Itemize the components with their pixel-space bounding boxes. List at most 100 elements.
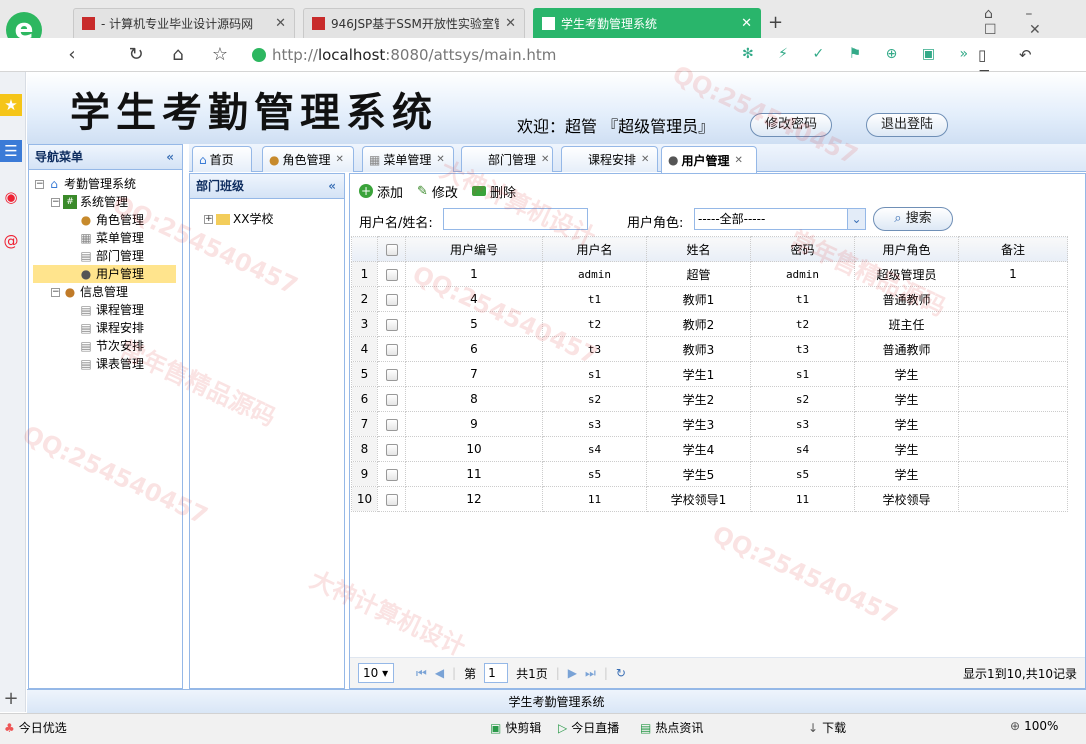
collapse-toggle-icon[interactable]: −: [51, 287, 60, 297]
row-checkbox[interactable]: [377, 436, 406, 462]
col-header-username[interactable]: 用户名: [542, 236, 647, 262]
col-header-role[interactable]: 用户角色: [854, 236, 959, 262]
home-icon[interactable]: ⌂: [166, 44, 190, 66]
delete-button[interactable]: 删除: [471, 182, 516, 201]
sidebar-item-menu[interactable]: ▦ 菜单管理: [79, 229, 144, 247]
sidebar-item-course[interactable]: ▤ 课程管理: [79, 301, 144, 319]
collapse-toggle-icon[interactable]: −: [51, 197, 60, 207]
cell-id: 11: [405, 461, 543, 487]
table-row[interactable]: 6 8 s2 学生2 s2 学生: [351, 386, 1068, 412]
back-icon[interactable]: ‹: [60, 44, 84, 66]
close-icon[interactable]: ✕: [275, 16, 286, 31]
col-header-id[interactable]: 用户编号: [405, 236, 543, 262]
row-checkbox[interactable]: [377, 311, 406, 337]
weibo-icon[interactable]: ◉: [0, 186, 22, 208]
row-checkbox[interactable]: [377, 361, 406, 387]
close-icon[interactable]: ✕: [541, 154, 549, 165]
table-row[interactable]: 2 4 t1 教师1 t1 普通教师: [351, 286, 1068, 312]
status-item-news[interactable]: ▤ 热点资讯: [640, 719, 703, 736]
first-page-icon[interactable]: ⏮: [416, 666, 427, 681]
tab-role[interactable]: ● 角色管理 ✕: [262, 146, 354, 172]
window-controls[interactable]: ⌂ – ☐ ✕: [984, 6, 1086, 38]
extension-icons[interactable]: ✻ ⚡ ✓ ⚑ ⊕ ▣ »: [742, 46, 978, 62]
table-row[interactable]: 7 9 s3 学生3 s3 学生: [351, 411, 1068, 437]
browser-tab-1[interactable]: - 计算机专业毕业设计源码网 ✕: [73, 8, 295, 38]
last-page-icon[interactable]: ⏭: [585, 666, 596, 681]
row-checkbox[interactable]: [377, 486, 406, 512]
user-icon: ●: [269, 152, 280, 167]
row-checkbox[interactable]: [377, 461, 406, 487]
cell-note: 1: [958, 261, 1068, 287]
search-button[interactable]: ⌕ 搜索: [873, 207, 953, 231]
tab-schedule[interactable]: 课程安排 ✕: [561, 146, 658, 172]
table-row[interactable]: 5 7 s1 学生1 s1 学生: [351, 361, 1068, 387]
tree-root[interactable]: − ⌂ 考勤管理系统: [35, 175, 136, 193]
change-password-button[interactable]: 修改密码: [750, 113, 832, 137]
new-tab-button[interactable]: +: [768, 12, 783, 33]
page-number-input[interactable]: 1: [484, 663, 509, 683]
row-checkbox[interactable]: [377, 336, 406, 362]
close-icon[interactable]: ✕: [505, 16, 516, 31]
col-header-password[interactable]: 密码: [750, 236, 855, 262]
url-field[interactable]: http://localhost:8080/attsys/main.htm: [272, 44, 742, 66]
expand-toggle-icon[interactable]: +: [204, 214, 213, 224]
dept-tree-root[interactable]: + XX学校: [204, 210, 273, 228]
tree-group-info[interactable]: − ● 信息管理: [51, 283, 128, 301]
col-header-name[interactable]: 姓名: [646, 236, 751, 262]
page-size-select[interactable]: 10 ▾: [358, 663, 394, 683]
table-row[interactable]: 4 6 t3 教师3 t3 普通教师: [351, 336, 1068, 362]
prev-page-icon[interactable]: ◀: [435, 666, 444, 680]
status-item-live[interactable]: ▷ 今日直播: [558, 719, 619, 736]
username-input[interactable]: [443, 208, 588, 230]
sidebar-item-period[interactable]: ▤ 节次安排: [79, 337, 144, 355]
browser-tab-3[interactable]: 学生考勤管理系统 ✕: [533, 8, 761, 38]
status-today-picks[interactable]: ♣ 今日优选: [4, 719, 67, 736]
tree-group-system[interactable]: − # 系统管理: [51, 193, 128, 211]
tab-menu[interactable]: ▦ 菜单管理 ✕: [362, 146, 454, 172]
sidebar-item-timetable[interactable]: ▤ 课表管理: [79, 355, 144, 373]
tab-home[interactable]: ⌂ 首页: [192, 146, 252, 172]
row-checkbox[interactable]: [377, 286, 406, 312]
collapse-icon[interactable]: «: [166, 145, 174, 169]
add-button[interactable]: + 添加: [359, 182, 403, 201]
role-select[interactable]: -----全部----- ⌄: [694, 208, 866, 230]
sidebar-item-schedule[interactable]: ▤ 课程安排: [79, 319, 144, 337]
row-checkbox[interactable]: [377, 386, 406, 412]
tab-user[interactable]: ● 用户管理 ✕: [661, 146, 757, 173]
table-row[interactable]: 1 1 admin 超管 admin 超级管理员 1: [351, 261, 1068, 287]
edit-button[interactable]: ✎ 修改: [417, 182, 458, 201]
row-checkbox[interactable]: [377, 411, 406, 437]
close-icon[interactable]: ✕: [641, 154, 649, 165]
tab-dept[interactable]: 部门管理 ✕: [461, 146, 553, 172]
collapse-icon[interactable]: «: [328, 174, 336, 198]
add-sidebar-icon[interactable]: +: [0, 688, 22, 710]
select-all-checkbox[interactable]: [377, 236, 406, 262]
sidebar-item-role[interactable]: ● 角色管理: [79, 211, 144, 229]
refresh-icon[interactable]: ↻: [616, 666, 626, 680]
table-row[interactable]: 9 11 s5 学生5 s5 学生: [351, 461, 1068, 487]
reload-icon[interactable]: ↻: [124, 44, 148, 66]
col-header-note[interactable]: 备注: [958, 236, 1068, 262]
status-item-clip[interactable]: ▣ 快剪辑: [490, 719, 541, 736]
mail-icon[interactable]: @: [0, 230, 22, 252]
close-icon[interactable]: ✕: [436, 154, 444, 165]
row-checkbox[interactable]: [377, 261, 406, 287]
status-item-download[interactable]: ↓ 下载: [808, 719, 846, 736]
reader-icon[interactable]: ☰: [0, 140, 22, 162]
sidebar-item-dept[interactable]: ▤ 部门管理: [79, 247, 144, 265]
logout-button[interactable]: 退出登陆: [866, 113, 948, 137]
table-row[interactable]: 8 10 s4 学生4 s4 学生: [351, 436, 1068, 462]
close-icon[interactable]: ✕: [741, 16, 752, 31]
favorites-icon[interactable]: ★: [0, 94, 22, 116]
table-row[interactable]: 10 12 11 学校领导1 11 学校领导: [351, 486, 1068, 512]
sidebar-item-user[interactable]: ● 用户管理: [33, 265, 176, 283]
close-icon[interactable]: ✕: [336, 154, 344, 165]
next-page-icon[interactable]: ▶: [568, 666, 577, 680]
chevron-down-icon[interactable]: ⌄: [847, 209, 865, 229]
collapse-toggle-icon[interactable]: −: [35, 179, 44, 189]
star-icon[interactable]: ☆: [208, 44, 232, 66]
table-row[interactable]: 3 5 t2 教师2 t2 班主任: [351, 311, 1068, 337]
close-icon[interactable]: ✕: [735, 155, 743, 166]
browser-tab-2[interactable]: 946JSP基于SSM开放性实验室管理 ✕: [303, 8, 525, 38]
status-zoom[interactable]: ⊕ 100%: [1010, 719, 1058, 733]
